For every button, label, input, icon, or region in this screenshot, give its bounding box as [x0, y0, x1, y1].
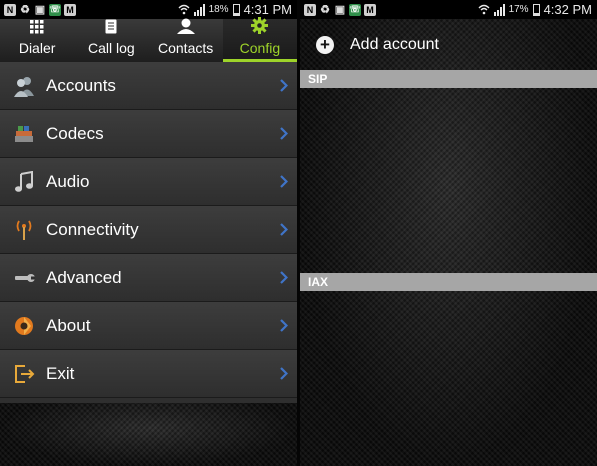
sip-section-header: SIP — [300, 70, 597, 88]
tab-config[interactable]: Config — [222, 17, 297, 62]
menu-label: Connectivity — [46, 219, 139, 239]
battery-icon — [532, 3, 540, 16]
chevron-right-icon — [280, 223, 288, 236]
battery-percent: 17% — [508, 4, 529, 15]
n-notification-icon: N — [4, 3, 16, 16]
add-icon: + — [316, 35, 334, 54]
menu-item-connectivity[interactable]: Connectivity — [0, 206, 297, 254]
mail-notification-icon: M — [64, 3, 76, 16]
menu-label: Accounts — [46, 75, 116, 95]
iax-account-list — [300, 291, 597, 466]
image-notification-icon: ▣ — [34, 4, 46, 16]
recycle-notification-icon: ♻ — [320, 4, 330, 16]
tab-label: Contacts — [158, 40, 214, 56]
mail-notification-icon: M — [364, 3, 376, 16]
dialpad-grid-icon — [30, 20, 44, 38]
gear-icon — [251, 17, 269, 38]
menu-label: Exit — [46, 363, 75, 383]
menu-label: Audio — [46, 171, 90, 191]
phone-notification-icon: ☏ — [349, 3, 361, 16]
battery-icon — [232, 3, 240, 16]
tab-label: Config — [239, 40, 281, 56]
signal-icon — [493, 3, 505, 16]
sip-account-list — [300, 88, 597, 273]
about-app-icon — [12, 314, 36, 338]
menu-item-audio[interactable]: Audio — [0, 158, 297, 206]
menu-label: Codecs — [46, 123, 104, 143]
recycle-notification-icon: ♻ — [20, 4, 30, 16]
clock: 4:32 PM — [543, 2, 592, 17]
signal-icon — [193, 3, 205, 16]
phone-notification-icon: ☏ — [49, 3, 61, 16]
chevron-right-icon — [280, 271, 288, 284]
clock: 4:31 PM — [243, 2, 292, 17]
tab-call-log[interactable]: Call log — [74, 19, 148, 62]
chevron-right-icon — [280, 367, 288, 380]
menu-label: About — [46, 315, 91, 335]
chevron-right-icon — [280, 79, 288, 92]
chevron-right-icon — [280, 127, 288, 140]
chevron-right-icon — [280, 319, 288, 332]
accounts-screen: N ♻ ▣ ☏ M 17% 4:32 PM + Add account SIP … — [300, 0, 597, 466]
tab-bar: Dialer Call log Contacts Config — [0, 17, 297, 62]
add-account-button[interactable]: + Add account — [300, 19, 597, 70]
accounts-people-icon — [12, 74, 36, 98]
n-notification-icon: N — [304, 3, 316, 16]
tab-contacts[interactable]: Contacts — [149, 18, 223, 62]
config-screen: N ♻ ▣ ☏ M 18% 4:31 PM Dialer Call log Co… — [0, 0, 297, 466]
menu-item-advanced[interactable]: Advanced — [0, 254, 297, 302]
wifi-icon — [478, 4, 490, 15]
menu-item-exit[interactable]: Exit — [0, 350, 297, 398]
iax-section-header: IAX — [300, 273, 597, 291]
wifi-icon — [178, 4, 190, 15]
battery-percent: 18% — [208, 4, 229, 15]
contact-person-icon — [176, 18, 195, 38]
call-log-list-icon — [105, 19, 117, 38]
status-bar: N ♻ ▣ ☏ M 17% 4:32 PM — [300, 0, 597, 19]
tab-label: Call log — [88, 40, 135, 56]
chevron-right-icon — [280, 175, 288, 188]
config-menu: Accounts Codecs Audio Connectivity Advan… — [0, 62, 297, 403]
image-notification-icon: ▣ — [334, 4, 346, 16]
exit-door-icon — [12, 362, 36, 386]
menu-item-codecs[interactable]: Codecs — [0, 110, 297, 158]
tab-label: Dialer — [18, 40, 56, 56]
codecs-stack-icon — [12, 122, 36, 146]
antenna-icon — [12, 218, 36, 242]
tab-dialer[interactable]: Dialer — [0, 19, 74, 62]
music-note-icon — [12, 170, 36, 194]
wrench-icon — [12, 266, 36, 290]
add-account-label: Add account — [350, 35, 439, 53]
background-area — [0, 403, 297, 466]
menu-item-about[interactable]: About — [0, 302, 297, 350]
menu-item-accounts[interactable]: Accounts — [0, 62, 297, 110]
menu-label: Advanced — [46, 267, 122, 287]
